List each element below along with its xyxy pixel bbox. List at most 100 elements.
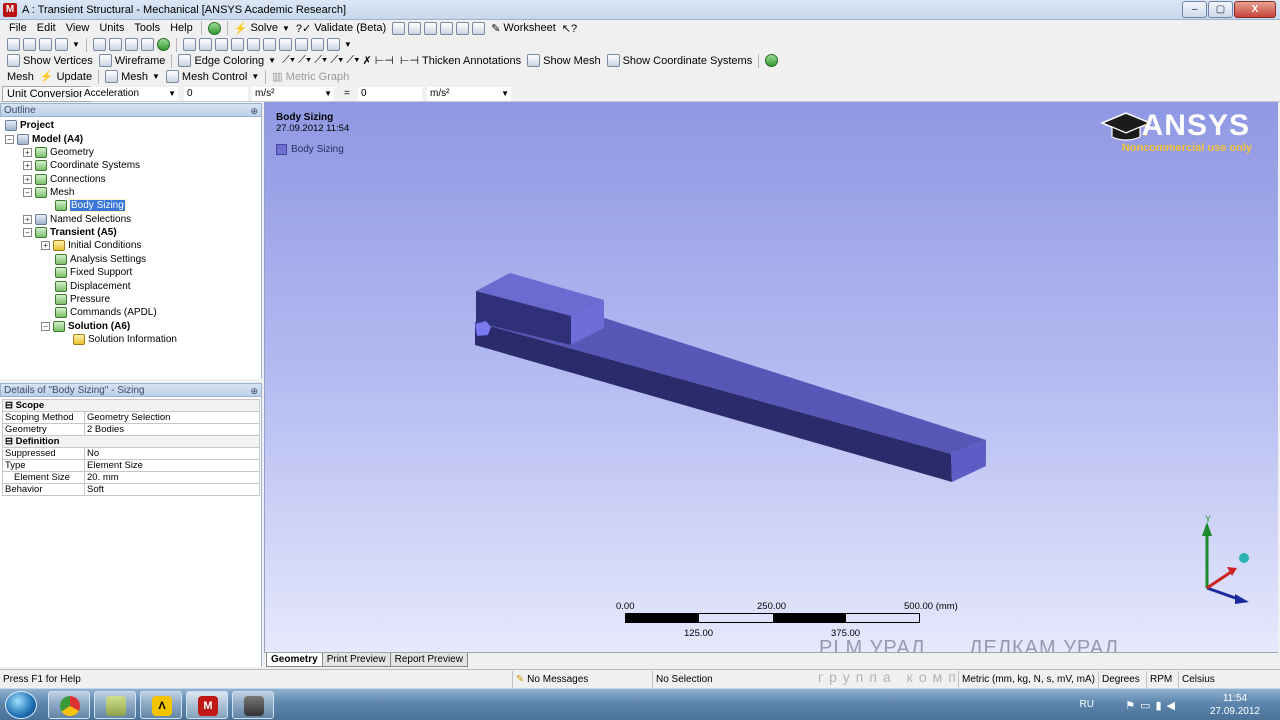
filter-tools[interactable] [90, 38, 173, 51]
language-indicator[interactable]: RU [1080, 699, 1094, 710]
details-section-definition[interactable]: ⊟ Definition [2, 435, 260, 448]
pin-icon[interactable]: ⊕ [250, 104, 258, 118]
graphics-viewport[interactable]: Body Sizing 27.09.2012 11:54 Body Sizing… [264, 102, 1278, 652]
chevron-down-icon[interactable]: ▼ [282, 24, 290, 33]
status-speed[interactable]: RPM [1146, 671, 1178, 688]
menu-edit[interactable]: Edit [32, 22, 61, 34]
show-coordinate-systems-button[interactable]: Show Coordinate Systems [604, 54, 756, 67]
tree-item-solution[interactable]: − Solution (A6) [41, 320, 130, 333]
tree-item-geometry[interactable]: + Geometry [23, 146, 94, 159]
left-unit-select[interactable]: m/s² ▼ [252, 87, 334, 101]
thicken-annotations-button[interactable]: ⊢⊣ Thicken Annotations [397, 54, 524, 68]
tree-item-connections[interactable]: + Connections [23, 173, 106, 186]
tree-item-transient[interactable]: − Transient (A5) [23, 226, 117, 239]
tree-item-commands-apdl[interactable]: Commands (APDL) [55, 306, 157, 319]
collapse-icon[interactable]: − [23, 228, 32, 237]
details-row[interactable]: Scoping Method Geometry Selection [2, 411, 260, 424]
tree-item-pressure[interactable]: Pressure [55, 293, 110, 306]
show-mesh-button[interactable]: Show Mesh [524, 54, 603, 67]
details-value[interactable]: No [84, 447, 260, 460]
details-row[interactable]: Geometry 2 Bodies [2, 423, 260, 436]
chevron-down-icon[interactable]: ▼ [344, 40, 352, 49]
taskbar-recorder[interactable] [232, 691, 274, 719]
worksheet-button[interactable]: ✎ Worksheet [488, 22, 559, 35]
validate-button[interactable]: ?✓ Validate (Beta) [293, 22, 389, 35]
status-units[interactable]: Metric (mm, kg, N, s, mV, mA) [958, 671, 1098, 688]
edge-style-tools[interactable]: ⟋▾ ⟋▾ ⟋▾ ⟋▾ ⟋▾ ✗ ⊢⊣ [279, 54, 397, 67]
chevron-down-icon[interactable]: ▼ [251, 72, 259, 81]
taskbar-workbench[interactable] [94, 691, 136, 719]
details-row[interactable]: Suppressed No [2, 447, 260, 460]
tree-item-coordinate-systems[interactable]: + Coordinate Systems [23, 159, 140, 172]
details-row[interactable]: Element Size 20. mm [2, 471, 260, 484]
chevron-down-icon[interactable]: ▼ [152, 72, 160, 81]
right-unit-select[interactable]: m/s² ▼ [427, 87, 511, 101]
menu-file[interactable]: File [4, 22, 32, 34]
coordinate-triad[interactable] [1191, 512, 1261, 607]
tree-item-fixed-support[interactable]: Fixed Support [55, 266, 132, 279]
tree-item-project[interactable]: Project [5, 119, 54, 132]
taskbar-ansys[interactable]: Λ [140, 691, 182, 719]
extra-tool-button[interactable] [762, 54, 781, 67]
menu-help[interactable]: Help [165, 22, 198, 34]
details-row[interactable]: Type Element Size [2, 459, 260, 472]
left-value-input[interactable]: 0 [184, 87, 248, 101]
minimize-button[interactable]: – [1182, 1, 1207, 18]
beam-front-face[interactable] [475, 322, 952, 482]
collapse-icon[interactable]: − [23, 188, 32, 197]
details-value[interactable]: 2 Bodies [84, 423, 260, 436]
update-button[interactable]: ⚡ Update [37, 70, 95, 84]
status-messages[interactable]: ✎ No Messages [512, 671, 652, 688]
tab-print-preview[interactable]: Print Preview [321, 653, 391, 667]
expand-icon[interactable]: + [23, 161, 32, 170]
mesh-control-button[interactable]: Mesh Control ▼ [163, 70, 262, 83]
collapse-icon[interactable]: − [5, 135, 14, 144]
selection-tools[interactable]: ▼ [4, 38, 83, 51]
tree-item-mesh[interactable]: − Mesh [23, 186, 74, 199]
expand-icon[interactable]: + [41, 241, 50, 250]
tree-item-analysis-settings[interactable]: Analysis Settings [55, 253, 146, 266]
tree-item-body-sizing[interactable]: Body Sizing [55, 199, 126, 212]
wireframe-button[interactable]: Wireframe [96, 54, 169, 67]
tray-icons[interactable]: ⚑▭▮◀ [1125, 699, 1180, 712]
toolbar-check-button[interactable] [205, 21, 224, 35]
right-value-input[interactable]: 0 [358, 87, 422, 101]
expand-icon[interactable]: + [23, 148, 32, 157]
tree-item-named-selections[interactable]: + Named Selections [23, 213, 131, 226]
menu-units[interactable]: Units [94, 22, 129, 34]
model-geometry[interactable] [265, 102, 1278, 652]
taskbar-chrome[interactable] [48, 691, 90, 719]
maximize-button[interactable]: ▢ [1208, 1, 1233, 18]
expand-icon[interactable]: + [23, 175, 32, 184]
menu-tools[interactable]: Tools [129, 22, 165, 34]
solve-button[interactable]: ⚡ Solve ▼ [231, 22, 293, 35]
details-value[interactable]: Soft [84, 483, 260, 496]
details-section-scope[interactable]: ⊟ Scope [2, 399, 260, 412]
tree-item-solution-information[interactable]: Solution Information [73, 333, 177, 346]
tree-item-model[interactable]: − Model (A4) [5, 133, 83, 146]
start-button[interactable] [5, 691, 37, 719]
menu-view[interactable]: View [61, 22, 95, 34]
edge-coloring-button[interactable]: Edge Coloring ▼ [175, 54, 279, 67]
toolbar-icon-group[interactable] [389, 21, 488, 35]
details-value[interactable]: Element Size [84, 459, 260, 472]
details-value[interactable]: Geometry Selection [84, 411, 260, 424]
taskbar-mechanical[interactable]: M [186, 691, 228, 719]
details-row[interactable]: Behavior Soft [2, 483, 260, 496]
expand-icon[interactable]: + [23, 215, 32, 224]
show-vertices-button[interactable]: Show Vertices [4, 54, 96, 67]
close-button[interactable]: X [1234, 1, 1276, 18]
tree-item-initial-conditions[interactable]: + Initial Conditions [41, 239, 141, 252]
quantity-select[interactable]: Acceleration ▼ [82, 87, 178, 101]
status-temperature[interactable]: Celsius [1178, 671, 1280, 688]
chevron-down-icon[interactable]: ▼ [268, 56, 276, 65]
tab-report-preview[interactable]: Report Preview [389, 653, 468, 667]
tab-geometry[interactable]: Geometry [266, 653, 323, 667]
context-help-button[interactable]: ↖? [559, 22, 580, 35]
mechanical-app-icon[interactable]: M [3, 2, 17, 17]
pin-icon[interactable]: ⊕ [250, 384, 258, 398]
mesh-menu-button[interactable]: Mesh ▼ [102, 70, 163, 83]
status-angle[interactable]: Degrees [1098, 671, 1146, 688]
metric-graph-button[interactable]: ▥ Metric Graph [269, 70, 352, 84]
chevron-down-icon[interactable]: ▼ [72, 40, 80, 49]
